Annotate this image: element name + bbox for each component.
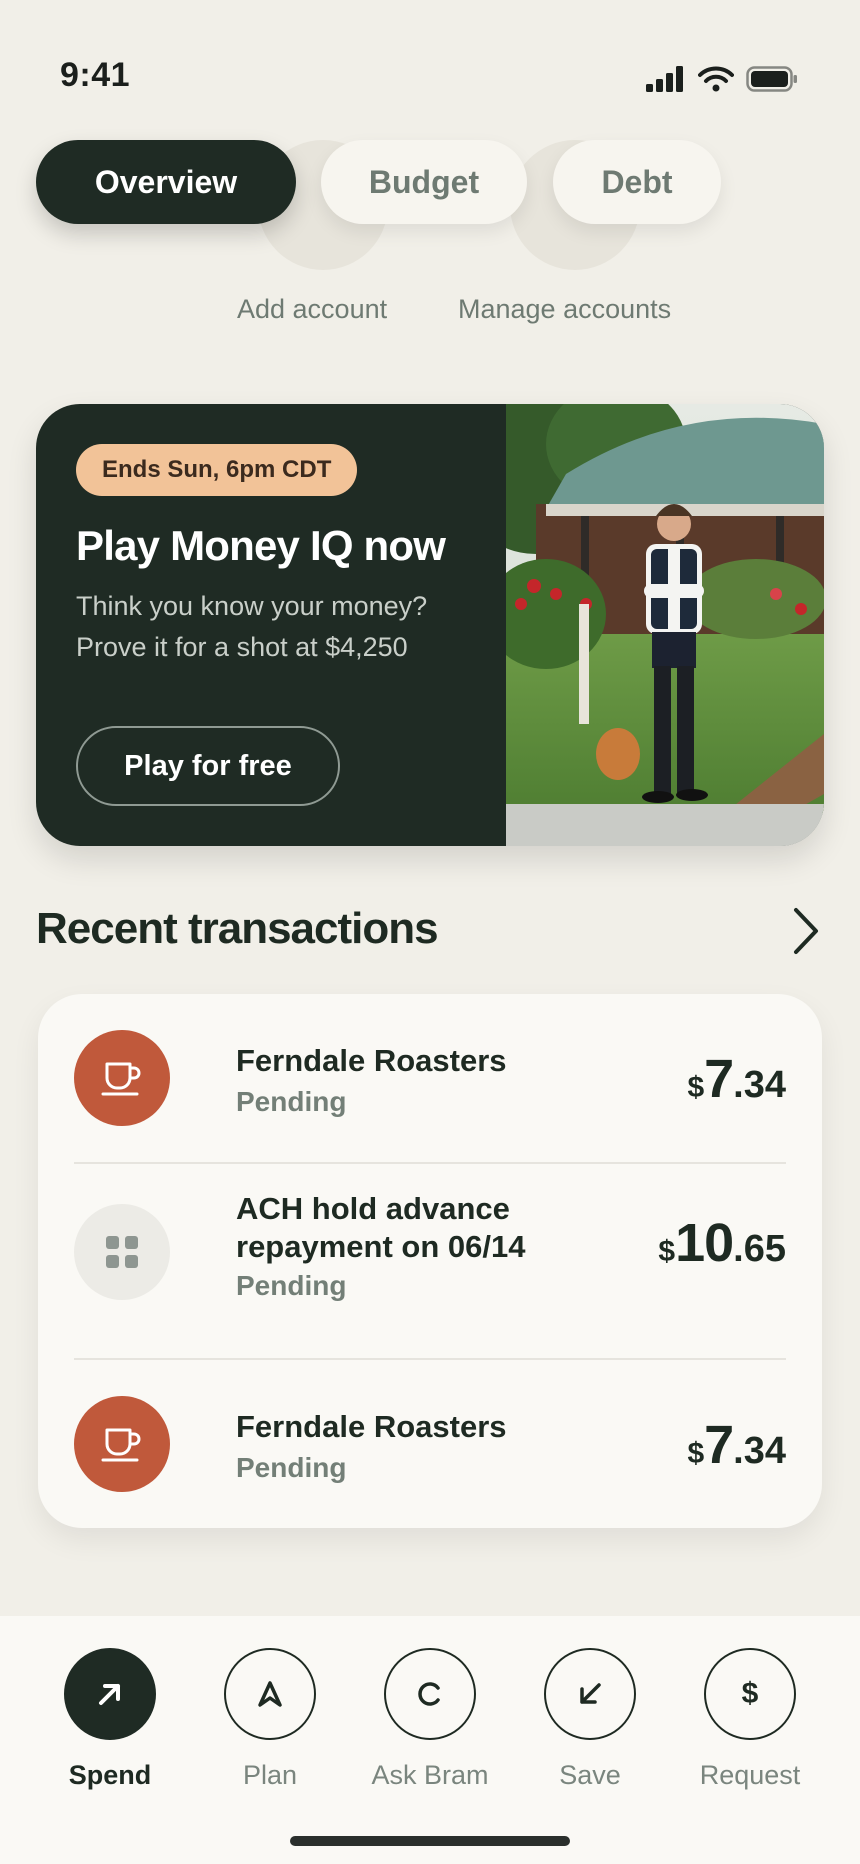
row-divider: [74, 1358, 786, 1360]
home-indicator[interactable]: [290, 1836, 570, 1846]
amount-currency: $: [687, 1437, 705, 1470]
amount-whole: 10: [675, 1213, 734, 1273]
amount-whole: 7: [704, 1049, 734, 1109]
transaction-row[interactable]: Ferndale Roasters Pending $7.34: [74, 1030, 786, 1130]
transaction-status: Pending: [236, 1270, 347, 1301]
amount-cents: .34: [733, 1430, 786, 1472]
play-for-free-button[interactable]: Play for free: [76, 726, 340, 806]
amount-cents: .65: [733, 1228, 786, 1270]
nav-ask-bram[interactable]: Ask Bram: [355, 1648, 505, 1791]
dollar-icon: $: [704, 1648, 796, 1740]
promo-title: Play Money IQ now: [76, 522, 446, 569]
nav-label: Save: [559, 1760, 621, 1790]
signal-icon: [646, 66, 683, 92]
nav-spend[interactable]: Spend: [35, 1648, 185, 1791]
coffee-cup-icon: [74, 1396, 170, 1492]
nav-label: Plan: [242, 1760, 298, 1790]
amount-currency: $: [687, 1071, 705, 1104]
transaction-name: Ferndale Roasters: [236, 1409, 507, 1444]
promo-photo: [506, 404, 824, 846]
nav-label: Ask Bram: [371, 1760, 489, 1790]
nav-label: Spend: [68, 1760, 152, 1790]
tab-debt[interactable]: Debt: [553, 140, 721, 224]
transaction-amount: $7.34: [687, 1414, 786, 1476]
promo-deadline-badge: Ends Sun, 6pm CDT: [76, 444, 358, 496]
status-time: 9:41: [60, 56, 131, 94]
nav-save[interactable]: Save: [515, 1648, 665, 1791]
amount-currency: $: [658, 1235, 676, 1268]
transaction-amount: $10.65: [658, 1212, 786, 1274]
nav-request[interactable]: $ Request: [675, 1648, 825, 1791]
add-account-link[interactable]: Add account: [237, 294, 387, 325]
wifi-icon: [698, 66, 734, 92]
bottom-nav: Spend Plan Ask Bram Save $ Request: [0, 1616, 860, 1864]
coffee-cup-icon: [74, 1030, 170, 1126]
grid-icon: [74, 1204, 170, 1300]
transaction-name: Ferndale Roasters: [236, 1043, 507, 1078]
promo-card[interactable]: Ends Sun, 6pm CDT Play Money IQ now Thin…: [36, 404, 824, 846]
arrow-up-right-icon: [64, 1648, 156, 1740]
c-letter-icon: [384, 1648, 476, 1740]
amount-whole: 7: [704, 1415, 734, 1475]
manage-accounts-link[interactable]: Manage accounts: [458, 294, 671, 325]
arrow-down-left-icon: [544, 1648, 636, 1740]
amount-cents: .34: [733, 1064, 786, 1106]
battery-icon: [746, 66, 797, 92]
tab-overview[interactable]: Overview: [36, 140, 296, 224]
row-divider: [74, 1162, 786, 1164]
chevron-right-icon[interactable]: [790, 906, 820, 956]
transaction-name: ACH hold advance repayment on 06/14: [236, 1191, 526, 1264]
transaction-row[interactable]: ACH hold advance repayment on 06/14 Pend…: [74, 1172, 786, 1322]
transactions-card: Ferndale Roasters Pending $7.34 ACH hold…: [38, 994, 822, 1528]
plan-icon: [224, 1648, 316, 1740]
recent-transactions-title: Recent transactions: [36, 904, 439, 953]
tab-bar: Overview Budget Debt Add account Manage …: [36, 140, 836, 340]
transaction-amount: $7.34: [687, 1048, 786, 1110]
promo-description: Think you know your money? Prove it for …: [76, 591, 428, 662]
transaction-status: Pending: [236, 1452, 347, 1483]
tab-budget[interactable]: Budget: [321, 140, 527, 224]
transaction-row[interactable]: Ferndale Roasters Pending $7.34: [74, 1396, 786, 1496]
transaction-status: Pending: [236, 1086, 347, 1117]
status-icons: [646, 66, 798, 92]
nav-label: Request: [699, 1760, 801, 1790]
nav-plan[interactable]: Plan: [195, 1648, 345, 1791]
